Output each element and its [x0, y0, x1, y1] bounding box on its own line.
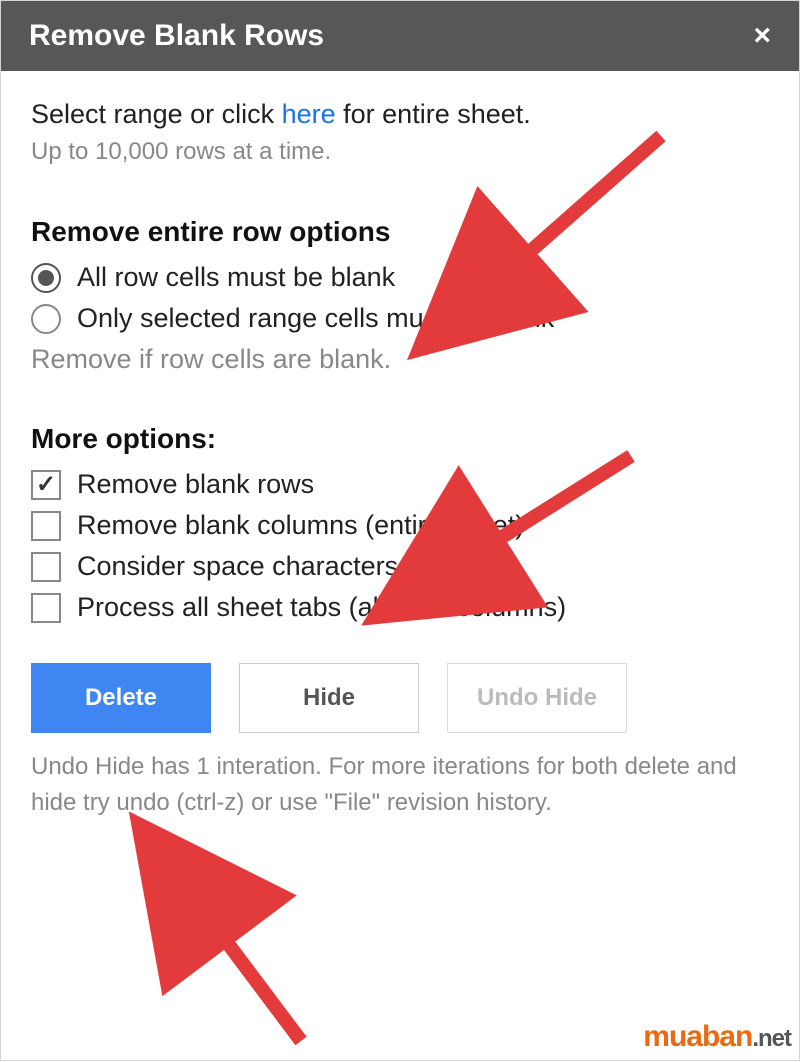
- checkbox-label: Consider space characters as blanks: [77, 551, 520, 582]
- radio-icon[interactable]: [31, 263, 61, 293]
- range-prompt: Select range or click here for entire sh…: [31, 99, 769, 130]
- range-prompt-after: for entire sheet.: [336, 99, 531, 129]
- dialog-header: Remove Blank Rows ×: [1, 1, 799, 71]
- remove-row-heading: Remove entire row options: [31, 216, 769, 248]
- radio-option-all-blank[interactable]: All row cells must be blank: [31, 262, 769, 293]
- undo-hide-button[interactable]: Undo Hide: [447, 663, 627, 733]
- dialog-body: Select range or click here for entire sh…: [1, 71, 799, 833]
- checkbox-process-all-tabs[interactable]: Process all sheet tabs (all rows/columns…: [31, 592, 769, 623]
- checkbox-label: Process all sheet tabs (all rows/columns…: [77, 592, 566, 623]
- remove-row-options-section: Remove entire row options All row cells …: [31, 216, 769, 375]
- checkbox-remove-blank-rows[interactable]: Remove blank rows: [31, 469, 769, 500]
- checkbox-space-as-blanks[interactable]: Consider space characters as blanks: [31, 551, 769, 582]
- row-limit-hint: Up to 10,000 rows at a time.: [31, 138, 769, 166]
- more-options-section: More options: Remove blank rows Remove b…: [31, 423, 769, 623]
- watermark-suffix: .net: [752, 1025, 791, 1052]
- checkbox-icon[interactable]: [31, 593, 61, 623]
- radio-icon[interactable]: [31, 304, 61, 334]
- checkbox-remove-blank-columns[interactable]: Remove blank columns (entire sheet): [31, 510, 769, 541]
- range-here-link[interactable]: here: [282, 99, 336, 129]
- radio-label: Only selected range cells must be blank: [77, 303, 554, 334]
- delete-button[interactable]: Delete: [31, 663, 211, 733]
- undo-hint: Undo Hide has 1 interation. For more ite…: [31, 749, 769, 821]
- action-buttons: Delete Hide Undo Hide: [31, 663, 769, 733]
- checkbox-icon[interactable]: [31, 552, 61, 582]
- watermark: muaban.net: [643, 1020, 791, 1054]
- range-prompt-before: Select range or click: [31, 99, 282, 129]
- arrow-icon: [196, 901, 301, 1041]
- hide-button[interactable]: Hide: [239, 663, 419, 733]
- radio-label: All row cells must be blank: [77, 262, 395, 293]
- row-options-description: Remove if row cells are blank.: [31, 344, 769, 375]
- more-options-heading: More options:: [31, 423, 769, 455]
- watermark-brand: muaban: [643, 1020, 752, 1053]
- checkbox-label: Remove blank rows: [77, 469, 314, 500]
- checkbox-label: Remove blank columns (entire sheet): [77, 510, 524, 541]
- checkbox-icon[interactable]: [31, 511, 61, 541]
- close-icon[interactable]: ×: [753, 21, 771, 51]
- checkbox-icon[interactable]: [31, 470, 61, 500]
- radio-option-selected-range[interactable]: Only selected range cells must be blank: [31, 303, 769, 334]
- dialog-title: Remove Blank Rows: [29, 19, 324, 53]
